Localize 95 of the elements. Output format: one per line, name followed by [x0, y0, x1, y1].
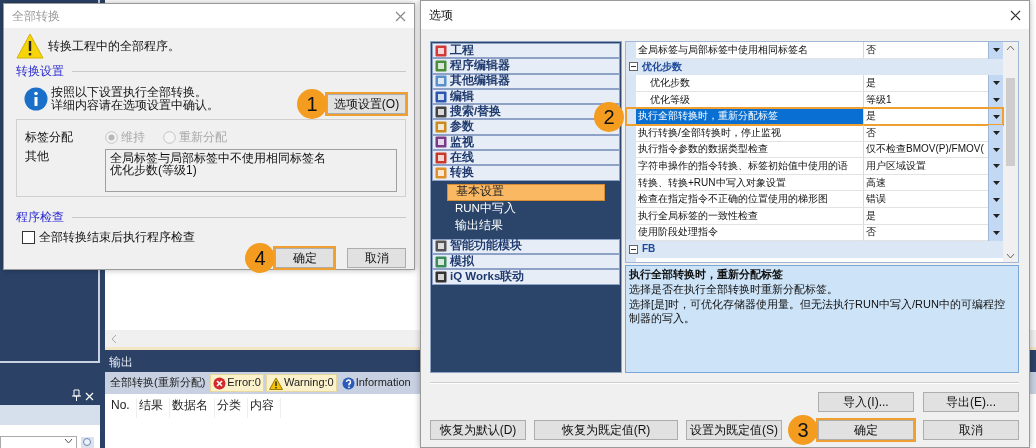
- caret-icon: [64, 437, 73, 445]
- category-icon: [435, 270, 447, 283]
- category-item[interactable]: 程序编辑器: [432, 58, 620, 74]
- error-icon: [213, 376, 227, 390]
- options-button[interactable]: 选项设置(O): [327, 94, 406, 114]
- group-heading: 优化步数: [642, 60, 682, 73]
- category-item[interactable]: 转换: [432, 165, 620, 181]
- category-icon: [435, 105, 447, 118]
- tree-item[interactable]: RUN中写入: [447, 200, 605, 218]
- cancel-button[interactable]: 取消: [923, 420, 1019, 440]
- warning-icon: [268, 376, 283, 390]
- cancel-button[interactable]: 取消: [347, 248, 406, 268]
- category-icon: [435, 59, 447, 72]
- tree-item[interactable]: 输出结果: [447, 217, 605, 235]
- field-label: 标签分配: [25, 129, 74, 146]
- category-icon: [435, 136, 447, 149]
- caret-icon: [992, 147, 1000, 152]
- step-badge: 3: [788, 415, 818, 445]
- field-label: 其他: [25, 149, 50, 166]
- category-icon: [435, 90, 447, 103]
- search-icon[interactable]: [81, 437, 94, 448]
- category-item[interactable]: 智能功能模块: [432, 238, 620, 254]
- caret-icon: [992, 114, 1000, 119]
- dropdown-button[interactable]: [988, 42, 1003, 59]
- warning-icon: [16, 33, 44, 59]
- set-preset-button[interactable]: 设置为既定值(S): [686, 420, 782, 440]
- category-icon: [435, 44, 447, 57]
- category-icon: [435, 240, 447, 253]
- caret-icon: [992, 131, 1000, 136]
- info-text: 详细内容请在选项设置中确认。: [51, 99, 219, 112]
- category-icon: [435, 75, 447, 88]
- info-icon: [24, 87, 48, 111]
- step-badge: 1: [297, 89, 327, 119]
- output-tab[interactable]: Error:0: [210, 374, 264, 392]
- caret-icon: [992, 181, 1000, 186]
- info-text: 按照以下设置执行全部转换。: [51, 86, 208, 99]
- close-icon[interactable]: [1010, 9, 1021, 21]
- ok-button[interactable]: 确定: [818, 420, 914, 440]
- export-button[interactable]: 导出(E)...: [923, 392, 1019, 412]
- caret-icon: [992, 164, 1000, 169]
- caret-icon: [992, 214, 1000, 219]
- group-heading: FB: [642, 243, 656, 256]
- panel-title: 输出: [109, 355, 133, 369]
- category-icon: [435, 121, 447, 134]
- property-name[interactable]: 执行指令参数的数据类型检查: [636, 141, 864, 159]
- description-text: 选择[是]时，可优化存储器使用量。但无法执行RUN中写入/RUN中的可编程控制器的写入。: [629, 298, 1006, 325]
- description-title: 执行全部转换时，重新分配标签: [629, 268, 784, 282]
- dropdown-button[interactable]: [988, 108, 1003, 125]
- output-tab[interactable]: Information: [338, 374, 414, 392]
- dropdown-field[interactable]: [0, 436, 77, 448]
- category-item[interactable]: 工程: [432, 43, 620, 59]
- property-name[interactable]: 转换、转换+RUN中写入对象设置: [636, 174, 864, 192]
- tree-item[interactable]: 基本设置: [447, 183, 605, 201]
- restore-default-button[interactable]: 恢复为默认(D): [430, 420, 526, 440]
- window-title: 全部转换: [12, 8, 60, 24]
- caret-icon: [992, 230, 1000, 235]
- help-icon: [341, 376, 355, 390]
- dropdown-button[interactable]: [988, 75, 1003, 92]
- collapse-icon[interactable]: [629, 62, 638, 72]
- output-tab[interactable]: Warning:0: [265, 374, 337, 392]
- category-icon: [435, 167, 447, 179]
- scroll-up-icon[interactable]: [1006, 45, 1015, 51]
- property-name[interactable]: 全局标签与局部标签中使用相同标签名: [636, 42, 864, 59]
- collapse-icon[interactable]: [629, 244, 638, 254]
- section-heading: 程序检查: [16, 209, 64, 225]
- checkbox[interactable]: [22, 230, 35, 244]
- caret-icon: [992, 197, 1000, 202]
- property-name[interactable]: 优化步数: [636, 75, 864, 92]
- caret-icon: [992, 81, 1000, 86]
- property-name[interactable]: 优化等级: [636, 91, 864, 109]
- caret-icon: [992, 98, 1000, 103]
- property-name[interactable]: 执行全部转换时，重新分配标签: [636, 108, 864, 125]
- section-heading: 转换设置: [16, 63, 64, 79]
- scroll-down-icon[interactable]: [1006, 253, 1015, 259]
- ok-button[interactable]: 确定: [275, 248, 334, 268]
- import-button[interactable]: 导入(I)...: [818, 392, 914, 412]
- pin-icon[interactable]: [71, 389, 81, 401]
- property-name[interactable]: 字符串操作的指令转换、标签初始值中使用的语: [636, 158, 864, 175]
- message-text: 转换工程中的全部程序。: [48, 38, 180, 54]
- property-name[interactable]: 执行全局标签的一致性检查: [636, 207, 864, 225]
- category-item[interactable]: 在线: [432, 150, 620, 166]
- panel-label: 全部转换(重新分配): [109, 375, 207, 391]
- description-text: 选择是否在执行全部转换时重新分配标签。: [629, 283, 839, 297]
- category-item[interactable]: iQ Works联动: [432, 269, 620, 285]
- caret-icon: [992, 48, 1000, 53]
- window-title: 选项: [429, 7, 453, 23]
- step-badge: 4: [245, 243, 275, 273]
- property-name[interactable]: 检查在指定指令不正确的位置使用的梯形图: [636, 191, 864, 208]
- restore-preset-button[interactable]: 恢复为既定值(R): [534, 420, 678, 440]
- category-icon: [435, 255, 447, 268]
- text-area[interactable]: 全局标签与局部标签中不使用相同标签名 优化步数(等级1): [105, 149, 397, 193]
- category-icon: [435, 151, 447, 164]
- scroll-thumb[interactable]: [1006, 78, 1015, 166]
- property-name[interactable]: 执行转换/全部转换时，停止监视: [636, 124, 864, 142]
- checkbox-label[interactable]: 全部转换结束后执行程序检查: [39, 229, 195, 245]
